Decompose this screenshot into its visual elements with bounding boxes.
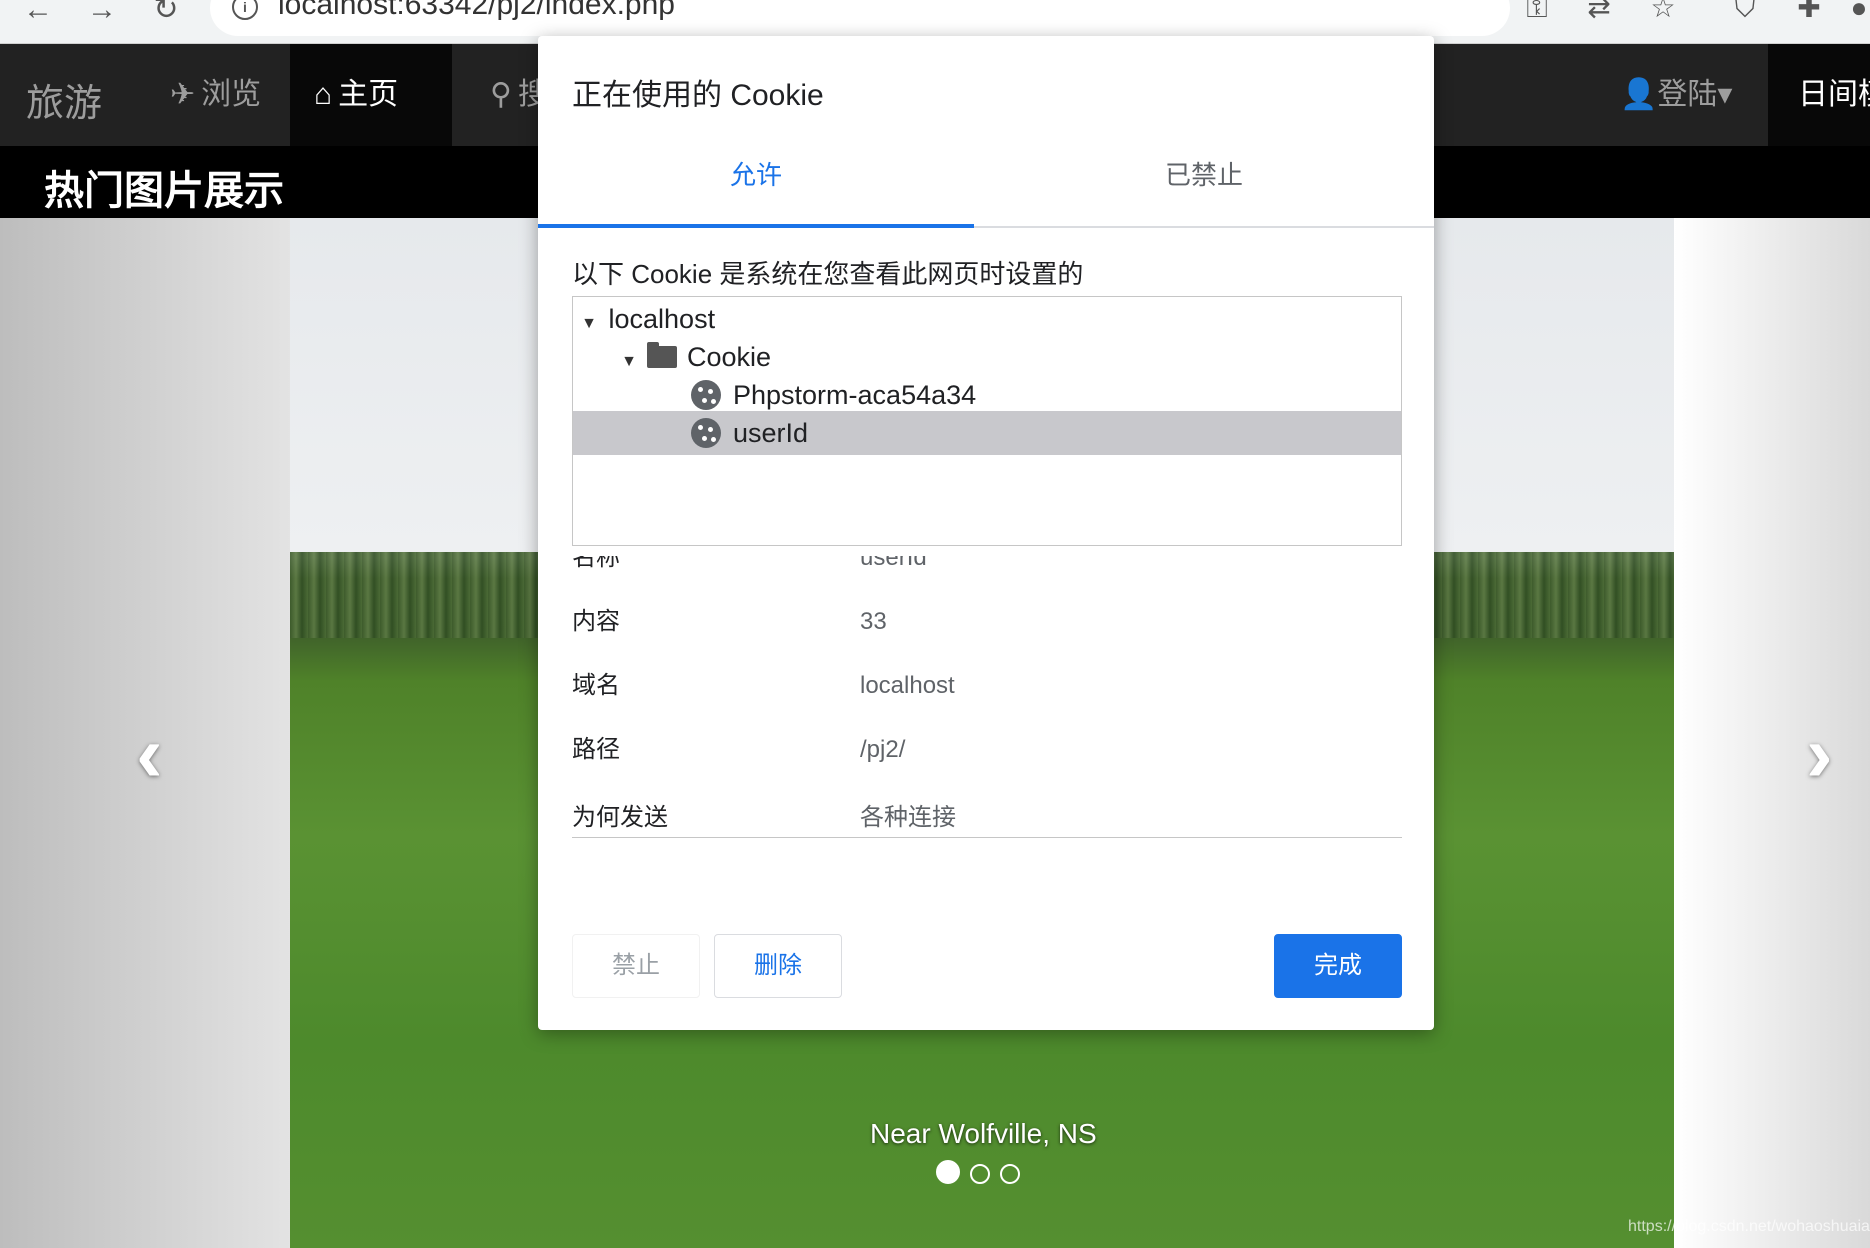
carousel-indicator[interactable] (970, 1164, 990, 1184)
site-brand[interactable]: 旅游 (26, 72, 102, 127)
home-icon: ⌂ (314, 78, 333, 111)
detail-value: userId (860, 556, 927, 571)
cookie-name: userId (733, 418, 809, 448)
carousel-indicators (936, 1160, 1030, 1184)
key-icon[interactable]: ⚿ (1520, 0, 1554, 24)
carousel-indicator[interactable] (936, 1160, 960, 1184)
detail-label: 路径 (572, 736, 620, 763)
forward-arrow-icon[interactable]: → (82, 0, 122, 30)
back-arrow-icon[interactable]: ← (18, 0, 58, 30)
detail-value: 各种连接 (860, 804, 956, 831)
cookie-name: Phpstorm-aca54a34 (733, 380, 977, 410)
tree-host-label: localhost (608, 304, 716, 334)
search-icon: ⚲ (490, 78, 512, 111)
detail-row-send-for: 为何发送 各种连接 (572, 786, 1402, 837)
tab-allowed[interactable]: 允许 (538, 140, 974, 228)
cookie-icon (691, 417, 721, 448)
star-icon[interactable]: ☆ (1646, 0, 1680, 24)
dialog-tabs: 允许 已禁止 (538, 140, 1434, 228)
carousel-indicator[interactable] (1000, 1164, 1020, 1184)
nav-item-label: 浏览 (201, 78, 262, 111)
plane-icon: ✈ (170, 78, 196, 111)
shield-icon[interactable]: ⛉ (1728, 0, 1762, 24)
login-label: 登陆 (1657, 78, 1718, 111)
section-title: 热门图片展示 (44, 169, 284, 213)
block-button[interactable]: 禁止 (572, 934, 700, 998)
dialog-title: 正在使用的 Cookie (572, 79, 824, 112)
reload-icon[interactable]: ↻ (146, 0, 186, 30)
detail-label: 域名 (572, 672, 620, 699)
cookie-tree[interactable]: ▼ localhost ▼ Cookie Phpstorm-aca54a34 us… (572, 296, 1402, 546)
carousel-next-icon[interactable]: › (1806, 708, 1833, 800)
detail-value: localhost (860, 672, 955, 699)
caret-down-icon: ▾ (1717, 78, 1733, 111)
tab-blocked[interactable]: 已禁止 (986, 140, 1422, 228)
folder-icon (647, 341, 677, 368)
url-text[interactable]: localhost:63342/pj2/index.php (278, 0, 675, 20)
carousel-right-gradient (1674, 218, 1870, 1248)
done-button[interactable]: 完成 (1274, 934, 1402, 998)
detail-label: 内容 (572, 608, 620, 635)
night-mode-toggle[interactable]: 日间模式 (1768, 44, 1870, 146)
detail-row-content: 内容 33 (572, 590, 1402, 654)
nav-item-home[interactable]: ⌂ 主页 (290, 44, 452, 146)
detail-label: 名称 (572, 556, 620, 571)
detail-row-name: 名称 userId (572, 556, 1402, 590)
watermark: https://blog.csdn.net/wohaoshuaia (1628, 1218, 1870, 1235)
carousel-caption: Near Wolfville, NS (870, 1118, 1097, 1149)
nav-item-browse[interactable]: ✈ 浏览 (146, 44, 285, 146)
cookie-icon (691, 379, 721, 410)
profile-icon[interactable]: ● (1842, 0, 1870, 24)
tree-folder-label: Cookie (687, 342, 772, 372)
detail-value: /pj2/ (860, 736, 906, 763)
user-icon: 👤 (1620, 78, 1658, 111)
tree-row-cookie[interactable]: userId (573, 411, 1401, 455)
delete-button[interactable]: 删除 (714, 934, 842, 998)
carousel-prev-icon[interactable]: ‹ (136, 708, 163, 800)
detail-row-domain: 域名 localhost (572, 654, 1402, 718)
nav-item-label: 主页 (338, 78, 399, 111)
detail-label: 为何发送 (572, 804, 668, 831)
cookies-dialog: 正在使用的 Cookie 允许 已禁止 以下 Cookie 是系统在您查看此网页… (538, 36, 1434, 1030)
puzzle-icon[interactable]: ✚ (1792, 0, 1826, 24)
login-dropdown[interactable]: 👤登陆▾ (1620, 44, 1732, 146)
detail-value: 33 (860, 608, 887, 635)
translate-icon[interactable]: ⇄ (1582, 0, 1616, 24)
cookie-details[interactable]: 名称 userId 内容 33 域名 localhost 路径 /pj2/ 为何… (572, 556, 1402, 838)
detail-row-path: 路径 /pj2/ (572, 718, 1402, 782)
